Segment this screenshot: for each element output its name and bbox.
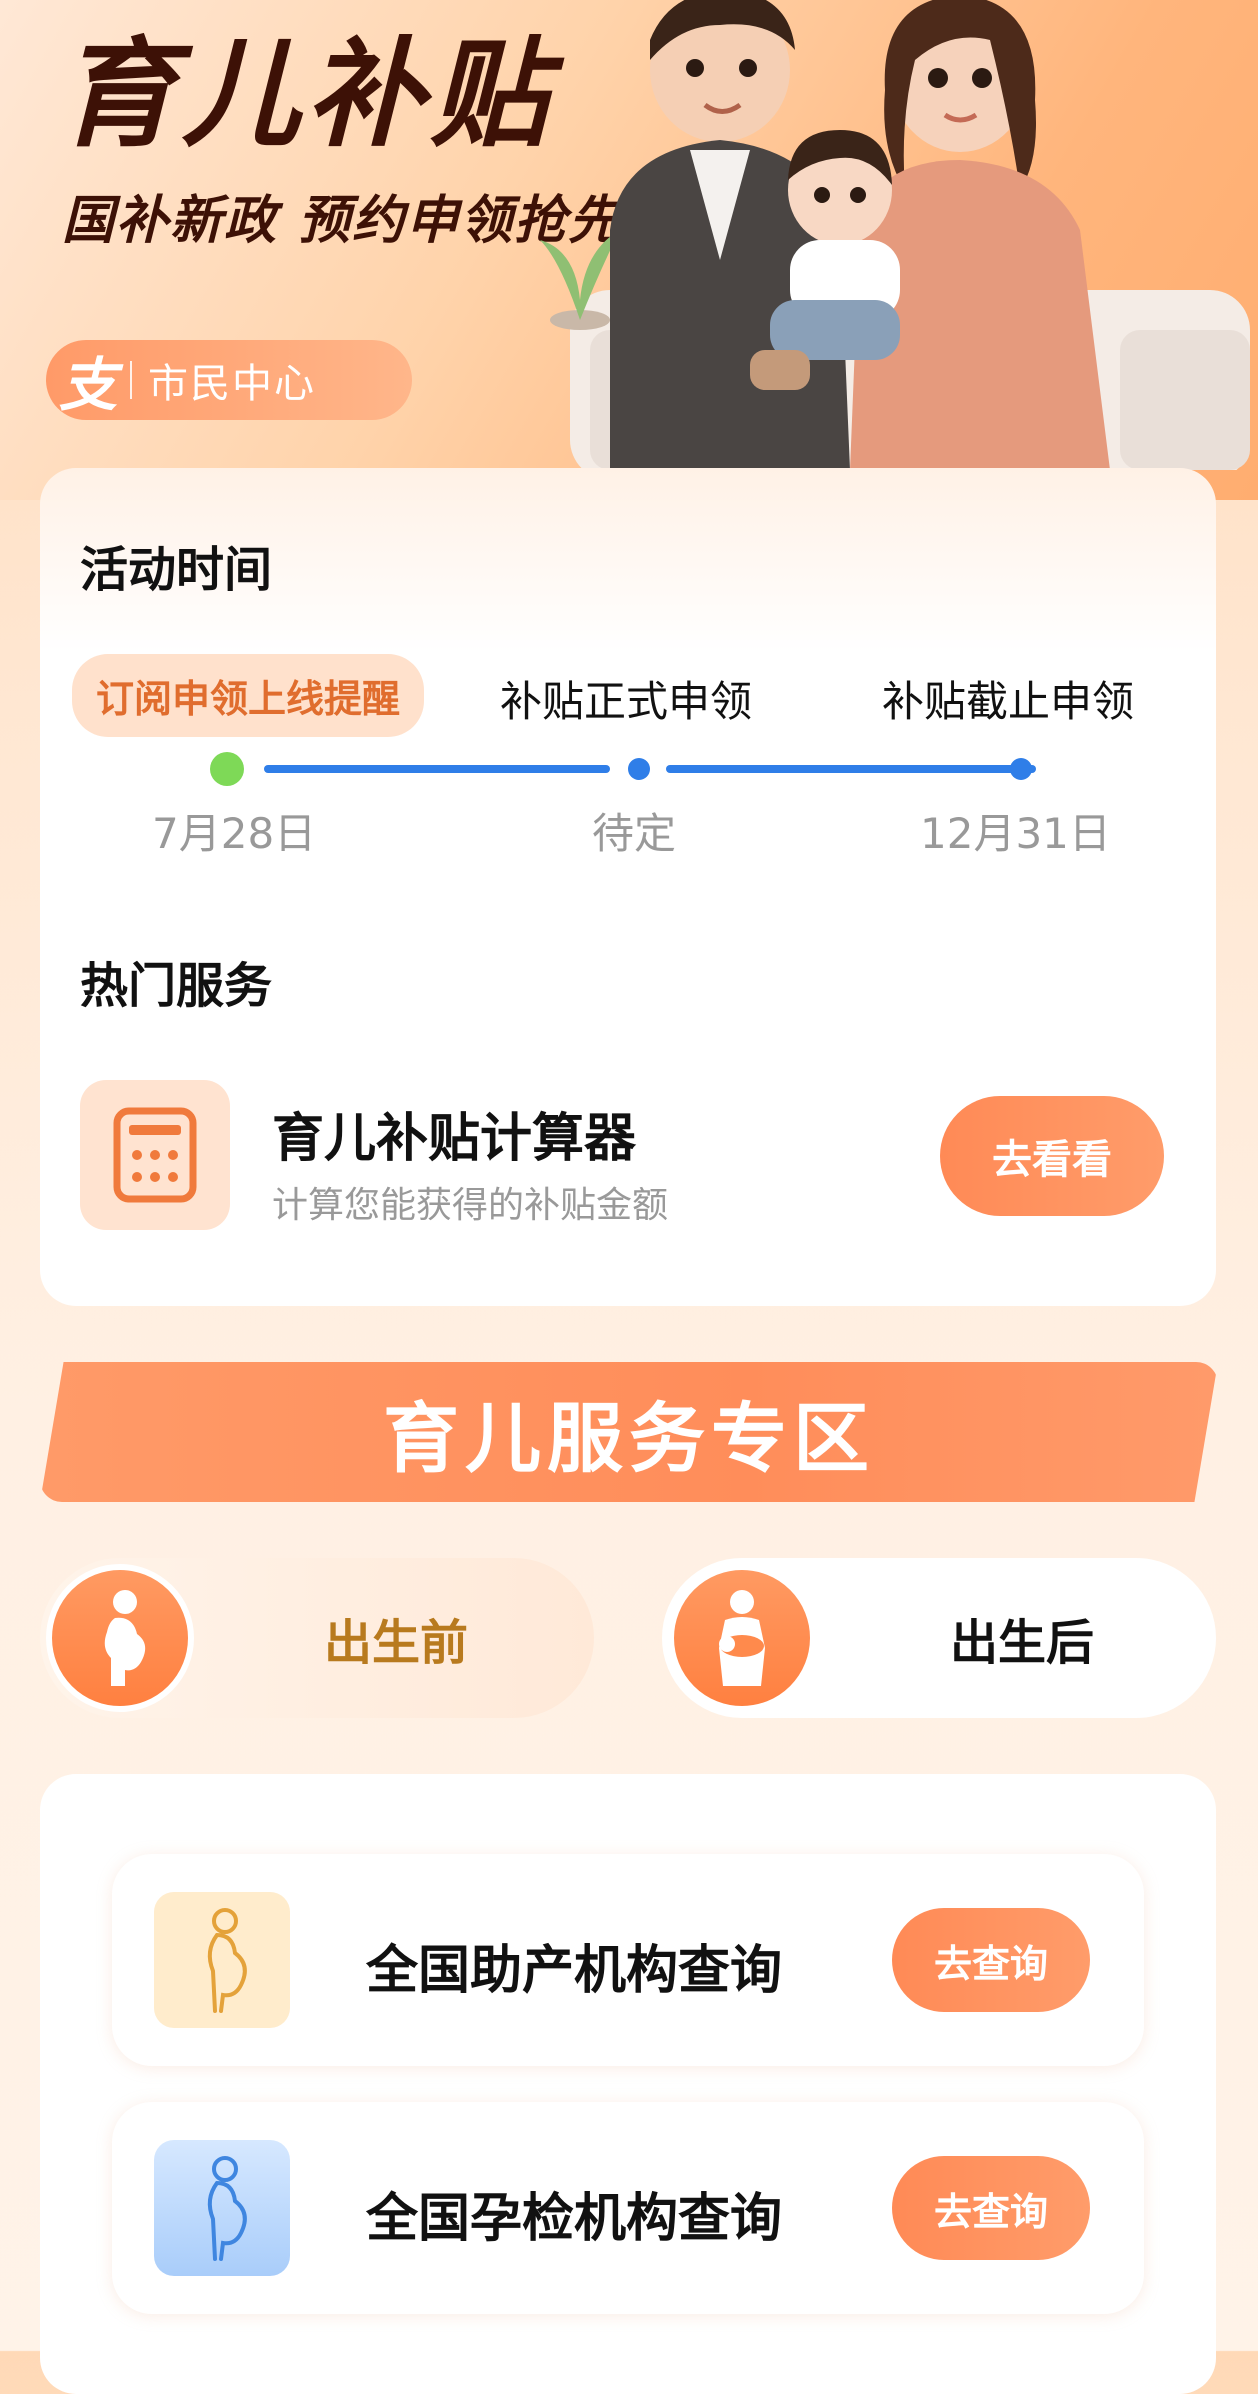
calculator-title: 育儿补贴计算器 — [272, 1109, 637, 1169]
tab-after-birth[interactable]: 出生后 — [662, 1558, 1216, 1718]
midwifery-query-title: 全国助产机构查询 — [366, 1941, 783, 2001]
step-official-apply: 补贴正式申领 — [500, 677, 753, 726]
pregnant-checkup-icon — [154, 2140, 290, 2276]
badge-text: 市民中心 — [148, 361, 316, 407]
midwifery-query-button[interactable]: 去查询 — [892, 1908, 1090, 2012]
tab-before-birth-label: 出生前 — [324, 1615, 469, 1671]
timeline-dot — [628, 758, 650, 780]
tab-before-birth[interactable]: 出生前 — [40, 1558, 594, 1718]
family-illustration — [540, 0, 1250, 470]
calculator-subtitle: 计算您能获得的补贴金额 — [272, 1185, 669, 1226]
step-date-3: 12月31日 — [920, 809, 1111, 858]
step-subscribe-reminder[interactable]: 订阅申领上线提醒 — [72, 654, 425, 737]
zone-banner-title: 育儿服务专区 — [383, 1394, 875, 1483]
step-date-2: 待定 — [592, 809, 677, 858]
step-date-1: 7月28日 — [152, 809, 317, 858]
hot-services-title: 热门服务 — [80, 958, 273, 1014]
activity-title: 活动时间 — [80, 542, 273, 598]
calculator-go-button[interactable]: 去看看 — [940, 1096, 1164, 1216]
timeline-segment — [666, 765, 1036, 773]
list-item-midwifery-query[interactable]: 全国助产机构查询 去查询 — [112, 1854, 1144, 2066]
prenatal-query-title: 全国孕检机构查询 — [366, 2189, 783, 2249]
pregnant-silhouette-icon — [154, 1892, 290, 2028]
step-deadline: 补贴截止申领 — [882, 677, 1135, 726]
timeline-dot — [1010, 758, 1032, 780]
zone-banner: 育儿服务专区 — [40, 1362, 1218, 1502]
hero-banner: 育儿补贴 国补新政 预约申领抢先机 支 市民中心 — [0, 0, 1258, 500]
mother-baby-icon — [668, 1564, 816, 1712]
prenatal-query-button[interactable]: 去查询 — [892, 2156, 1090, 2260]
calculator-icon — [80, 1080, 230, 1230]
pregnant-woman-icon — [46, 1564, 194, 1712]
alipay-logo-icon: 支 — [58, 351, 117, 419]
timeline-dot-active — [210, 752, 244, 786]
timeline-segment — [264, 765, 610, 773]
hero-title: 育儿补贴 — [58, 25, 555, 163]
zone-list-card: 全国助产机构查询 去查询 全国孕检机构查询 去查询 — [40, 1774, 1216, 2394]
list-item-prenatal-query[interactable]: 全国孕检机构查询 去查询 — [112, 2102, 1144, 2314]
tab-after-birth-label: 出生后 — [950, 1615, 1095, 1671]
activity-card: 活动时间 订阅申领上线提醒 补贴正式申领 补贴截止申领 7月28日 待定 12月… — [40, 468, 1216, 1306]
citizen-center-badge[interactable]: 支 市民中心 — [46, 340, 412, 420]
badge-divider — [130, 361, 132, 399]
